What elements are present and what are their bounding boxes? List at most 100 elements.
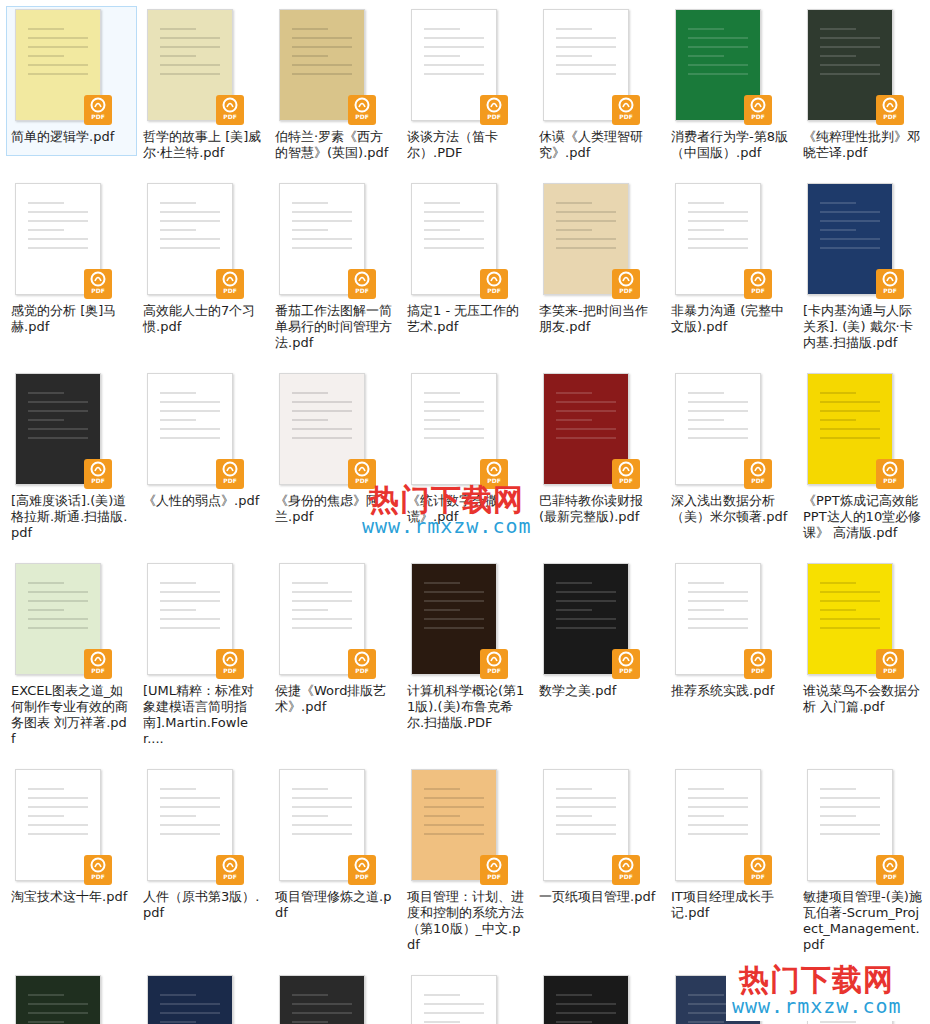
pdf-icon: PDF <box>480 855 508 885</box>
file-name: [UML精粹：标准对象建模语言简明指南].Martin.Fowler.... <box>143 683 264 747</box>
watermark-url: www.rmxzw.com <box>732 996 902 1017</box>
file-item[interactable]: PDF 计算机科学概论(第11版).(美)布鲁克希尔.扫描版.PDF <box>402 560 533 736</box>
file-item[interactable]: PDF非暴力沟通 (完整中文版).pdf <box>666 180 797 340</box>
file-item[interactable]: PDFEXCEL图表之道_如何制作专业有效的商务图表 刘万祥著.pdf <box>6 560 137 752</box>
cover-thumbnail: PDF <box>675 563 761 675</box>
file-name: 李笑来-把时间当作朋友.pdf <box>539 303 660 335</box>
file-name: 一页纸项目管理.pdf <box>539 889 660 905</box>
file-item[interactable]: PDF伯特兰·罗素《西方的智慧》(英国).pdf <box>270 6 401 166</box>
file-item[interactable]: PDF [卡内基沟通与人际关系]. (美) 戴尔·卡内基.扫描版.pdf <box>798 180 929 356</box>
file-item[interactable]: PDF 搞定1 - 无压工作的艺术.pdf <box>402 180 533 340</box>
file-item[interactable]: PDF 巴菲特教你读财报(最新完整版).pdf <box>534 370 665 530</box>
file-item[interactable]: PDF番茄工作法图解一简单易行的时间管理方法.pdf <box>270 180 401 356</box>
cover-thumbnail: PDF <box>411 975 497 1024</box>
badge-text: PDF <box>619 287 632 294</box>
file-name: 计算机科学概论(第11版).(美)布鲁克希尔.扫描版.PDF <box>407 683 528 731</box>
file-item[interactable]: PDF深入浅出数据分析（美）米尔顿著.pdf <box>666 370 797 530</box>
file-name: 感觉的分析 [奥]马赫.pdf <box>11 303 132 335</box>
file-item[interactable]: PDF侯捷《Word排版艺术》.pdf <box>270 560 401 720</box>
acrobat-swirl-icon <box>486 271 502 287</box>
file-name: 谈谈方法（笛卡尔）.PDF <box>407 129 528 161</box>
pdf-icon: PDF <box>216 855 244 885</box>
cover-thumbnail: PDF <box>807 563 893 675</box>
acrobat-swirl-icon <box>354 271 370 287</box>
badge-text: PDF <box>751 477 764 484</box>
acrobat-swirl-icon <box>90 857 106 873</box>
cover-thumbnail: PDF <box>807 183 893 295</box>
file-name: 哲学的故事上 [美]威尔·杜兰特.pdf <box>143 129 264 161</box>
acrobat-swirl-icon <box>222 461 238 477</box>
acrobat-swirl-icon <box>486 97 502 113</box>
file-item[interactable]: PDF淘宝技术这十年.pdf <box>6 766 137 916</box>
file-item[interactable]: PDF 《人性的弱点》.pdf <box>138 370 269 520</box>
badge-text: PDF <box>619 477 632 484</box>
cover-thumbnail: PDF <box>411 183 497 295</box>
file-item[interactable]: PDF消费者行为学-第8版（中国版）.pdf <box>666 6 797 166</box>
acrobat-swirl-icon <box>354 97 370 113</box>
file-item[interactable]: PDF[UML精粹：标准对象建模语言简明指南].Martin.Fowler...… <box>138 560 269 752</box>
file-name: 《人性的弱点》.pdf <box>143 493 264 509</box>
pdf-icon: PDF <box>480 649 508 679</box>
cover-thumbnail: PDF <box>147 373 233 485</box>
cover-thumbnail: PDF <box>543 975 629 1024</box>
file-item[interactable]: PDF项目管理修炼之道.pdf <box>270 766 401 926</box>
badge-text: PDF <box>619 873 632 880</box>
file-item[interactable]: PDFIT项目经理成长手记.pdf <box>666 766 797 926</box>
file-item[interactable]: PDF[高难度谈话].(美)道格拉斯.斯通.扫描版.pdf <box>6 370 137 546</box>
cover-thumbnail: PDF <box>147 183 233 295</box>
file-item[interactable]: PDF简单的逻辑学.pdf <box>6 6 137 156</box>
file-item[interactable]: PDF 一页纸项目管理.pdf <box>534 766 665 916</box>
cover-thumbnail: PDF <box>411 563 497 675</box>
badge-text: PDF <box>487 667 500 674</box>
acrobat-swirl-icon <box>354 857 370 873</box>
acrobat-swirl-icon <box>618 461 634 477</box>
file-item[interactable]: PDF <box>270 972 401 1024</box>
acrobat-swirl-icon <box>222 271 238 287</box>
file-item[interactable]: PDF 项目管理：计划、进度和控制的系统方法（第10版）_中文.pdf <box>402 766 533 958</box>
file-item[interactable]: PDF <box>534 972 665 1024</box>
file-item[interactable]: PDF人件（原书第3版）.pdf <box>138 766 269 926</box>
cover-thumbnail: PDF <box>15 769 101 881</box>
pdf-icon: PDF <box>876 269 904 299</box>
file-name: 巴菲特教你读财报(最新完整版).pdf <box>539 493 660 525</box>
pdf-icon: PDF <box>612 649 640 679</box>
badge-text: PDF <box>487 113 500 120</box>
file-name: [卡内基沟通与人际关系]. (美) 戴尔·卡内基.扫描版.pdf <box>803 303 924 351</box>
file-item[interactable]: PDF谁说菜鸟不会数据分析 入门篇.pdf <box>798 560 929 720</box>
file-name: 《PPT炼成记高效能PPT达人的10堂必修课》 高清版.pdf <box>803 493 924 541</box>
file-item[interactable]: PDF 《PPT炼成记高效能PPT达人的10堂必修课》 高清版.pdf <box>798 370 929 546</box>
cover-thumbnail: PDF <box>543 373 629 485</box>
acrobat-swirl-icon <box>90 271 106 287</box>
cover-thumbnail: PDF <box>279 975 365 1024</box>
file-item[interactable]: PDF敏捷项目管理-(美)施瓦伯著-Scrum_Project_Manageme… <box>798 766 929 958</box>
badge-text: PDF <box>619 113 632 120</box>
pdf-icon: PDF <box>612 459 640 489</box>
badge-text: PDF <box>751 667 764 674</box>
file-item[interactable]: PDF休谟《人类理智研究》.pdf <box>534 6 665 166</box>
file-item[interactable]: PDF 《纯粹理性批判》邓晓芒译.pdf <box>798 6 929 166</box>
pdf-icon: PDF <box>876 459 904 489</box>
file-item[interactable]: PDF感觉的分析 [奥]马赫.pdf <box>6 180 137 340</box>
watermark-site: 热门下载网 <box>739 964 894 996</box>
file-item[interactable]: PDF哲学的故事上 [美]威尔·杜兰特.pdf <box>138 6 269 166</box>
file-item[interactable]: PDF数学之美.pdf <box>534 560 665 710</box>
file-item[interactable]: PDF 谈谈方法（笛卡尔）.PDF <box>402 6 533 166</box>
file-name: 番茄工作法图解一简单易行的时间管理方法.pdf <box>275 303 396 351</box>
cover-thumbnail: PDF <box>15 975 101 1024</box>
badge-text: PDF <box>883 113 896 120</box>
file-item[interactable]: PDF 李笑来-把时间当作朋友.pdf <box>534 180 665 340</box>
file-item[interactable]: PDF <box>6 972 137 1024</box>
file-item[interactable]: PDF推荐系统实践.pdf <box>666 560 797 710</box>
file-item[interactable]: PDF 高效能人士的7个习惯.pdf <box>138 180 269 340</box>
watermark-url: www.rmxzw.com <box>362 516 532 537</box>
acrobat-swirl-icon <box>882 97 898 113</box>
file-item[interactable]: PDF <box>402 972 533 1024</box>
file-item[interactable]: PDF <box>138 972 269 1024</box>
file-name: 《纯粹理性批判》邓晓芒译.pdf <box>803 129 924 161</box>
file-name: 项目管理：计划、进度和控制的系统方法（第10版）_中文.pdf <box>407 889 528 953</box>
acrobat-swirl-icon <box>222 857 238 873</box>
file-name: 搞定1 - 无压工作的艺术.pdf <box>407 303 528 335</box>
cover-thumbnail: PDF <box>279 373 365 485</box>
watermark: 热门下载网www.rmxzw.com <box>362 484 532 537</box>
file-name: 高效能人士的7个习惯.pdf <box>143 303 264 335</box>
